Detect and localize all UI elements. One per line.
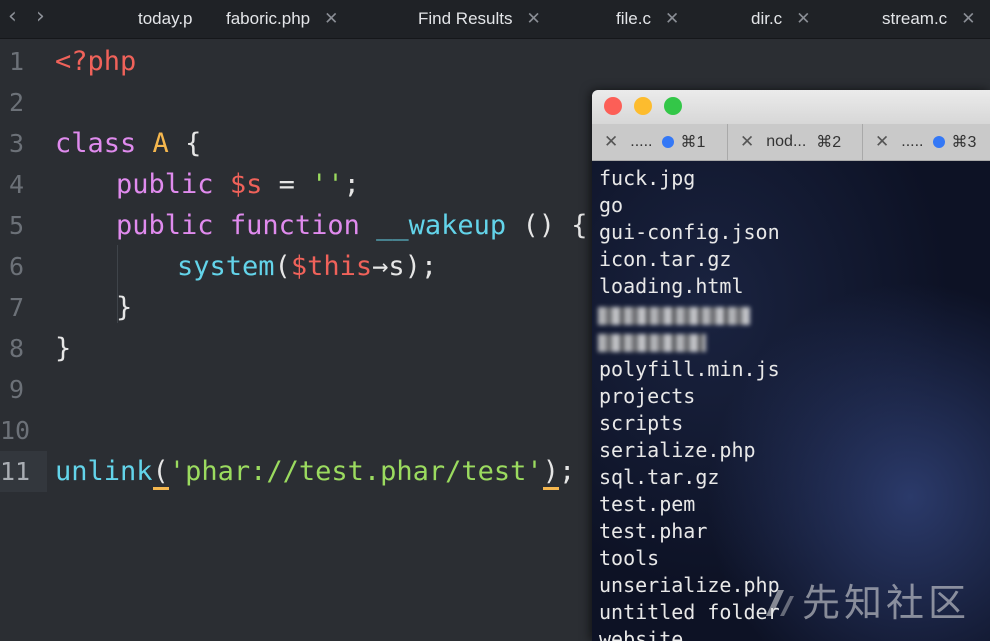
file-entry: website <box>599 627 684 641</box>
tab-label: today.p <box>138 9 193 28</box>
terminal-tab-title: ..... <box>630 133 653 150</box>
file-entry: icon.tar.gz <box>599 247 732 271</box>
file-entry: scripts <box>599 411 684 435</box>
file-entry: sql.tar.gz <box>599 465 720 489</box>
tab-file-c[interactable]: file.c ✕ <box>616 0 679 38</box>
file-entry: unserialize.php <box>599 573 780 597</box>
tab-today[interactable]: today.p <box>138 0 196 38</box>
file-entry: test.pem <box>599 492 696 516</box>
terminal-tab-3[interactable]: ✕ ..... ⌘3 <box>863 124 990 160</box>
close-icon[interactable]: ✕ <box>796 9 810 29</box>
line-number: 9 <box>8 375 24 404</box>
tab-label: dir.c <box>751 9 783 28</box>
file-entry: go <box>599 193 624 217</box>
code-text: <?php <box>55 46 137 77</box>
line-number: 4 <box>8 170 24 199</box>
code-text: } <box>55 333 72 364</box>
activity-dot-icon <box>933 136 946 148</box>
file-entry: loading.html <box>599 274 744 298</box>
close-icon[interactable]: ✕ <box>961 9 975 29</box>
line-number: 1 <box>8 47 24 76</box>
terminal-output[interactable]: fuck.jpg go gui-config.json icon.tar.gz … <box>592 161 990 641</box>
close-window-icon[interactable] <box>604 97 622 115</box>
file-entry: untitled folder <box>599 600 780 624</box>
terminal-tab-shortcut: ⌘1 <box>680 134 706 151</box>
zoom-window-icon[interactable] <box>664 97 682 115</box>
line-number: 8 <box>8 334 24 363</box>
code-text: public $s = ''; <box>116 169 360 200</box>
line-number: 3 <box>8 129 24 158</box>
file-entry: serialize.php <box>599 438 756 462</box>
tab-stream-c[interactable]: stream.c ✕ <box>882 0 975 38</box>
tab-label: faboric.php <box>226 9 311 28</box>
file-entry: gui-config.json <box>599 220 780 244</box>
redacted-file-entry <box>598 334 706 352</box>
tab-label: stream.c <box>882 9 948 28</box>
redacted-file-entry <box>598 307 750 325</box>
close-icon[interactable]: ✕ <box>526 9 540 29</box>
terminal-tab-shortcut: ⌘3 <box>951 134 977 151</box>
file-entry: test.phar <box>599 519 708 543</box>
line-number: 2 <box>8 88 24 117</box>
code-text: } <box>116 292 133 323</box>
editor-tab-bar: ‹ › today.p faboric.php ✕ Find Results ✕… <box>0 0 990 39</box>
line-number: 11 <box>0 457 31 486</box>
terminal-titlebar[interactable] <box>592 90 990 124</box>
code-text: system($this→s); <box>177 251 438 282</box>
watermark: 先知社区 <box>762 572 970 627</box>
terminal-window[interactable]: ✕ ..... ⌘1 ✕ nod... ⌘2 ✕ ..... ⌘3 fuck.j… <box>592 90 990 641</box>
tab-label: file.c <box>616 9 651 28</box>
code-line[interactable]: 1 <?php <box>0 41 990 82</box>
line-number: 5 <box>8 211 24 240</box>
code-text: public function __wakeup () { <box>116 210 588 241</box>
close-icon[interactable]: ✕ <box>665 9 679 29</box>
file-entry: fuck.jpg <box>599 166 696 190</box>
line-number: 6 <box>8 252 24 281</box>
terminal-tab-shortcut: ⌘2 <box>816 134 842 151</box>
close-icon[interactable]: ✕ <box>875 132 889 152</box>
close-icon[interactable]: ✕ <box>604 132 618 152</box>
tab-dir-c[interactable]: dir.c ✕ <box>751 0 810 38</box>
tab-label: Find Results <box>418 9 513 28</box>
terminal-tab-2[interactable]: ✕ nod... ⌘2 <box>728 124 863 160</box>
terminal-tab-bar: ✕ ..... ⌘1 ✕ nod... ⌘2 ✕ ..... ⌘3 <box>592 124 990 161</box>
forward-arrow-icon[interactable]: › <box>36 4 45 29</box>
tab-faboric-php[interactable]: faboric.php ✕ <box>226 0 338 38</box>
back-arrow-icon[interactable]: ‹ <box>8 4 17 29</box>
code-text: class A { <box>55 128 202 159</box>
line-number: 10 <box>0 416 31 445</box>
code-text: unlink('phar://test.phar/test'); <box>55 451 575 492</box>
close-icon[interactable]: ✕ <box>324 9 338 29</box>
file-entry: tools <box>599 546 660 570</box>
minimize-window-icon[interactable] <box>634 97 652 115</box>
close-icon[interactable]: ✕ <box>740 132 754 152</box>
terminal-tab-title: ..... <box>901 133 924 150</box>
tab-find-results[interactable]: Find Results ✕ <box>418 0 541 38</box>
watermark-logo-icon <box>765 590 794 616</box>
line-number: 7 <box>8 293 24 322</box>
terminal-tab-1[interactable]: ✕ ..... ⌘1 <box>592 124 728 160</box>
terminal-tab-title: nod... <box>766 133 807 150</box>
activity-dot-icon <box>662 136 675 148</box>
file-entry: polyfill.min.js <box>599 357 780 381</box>
file-entry: projects <box>599 384 696 408</box>
